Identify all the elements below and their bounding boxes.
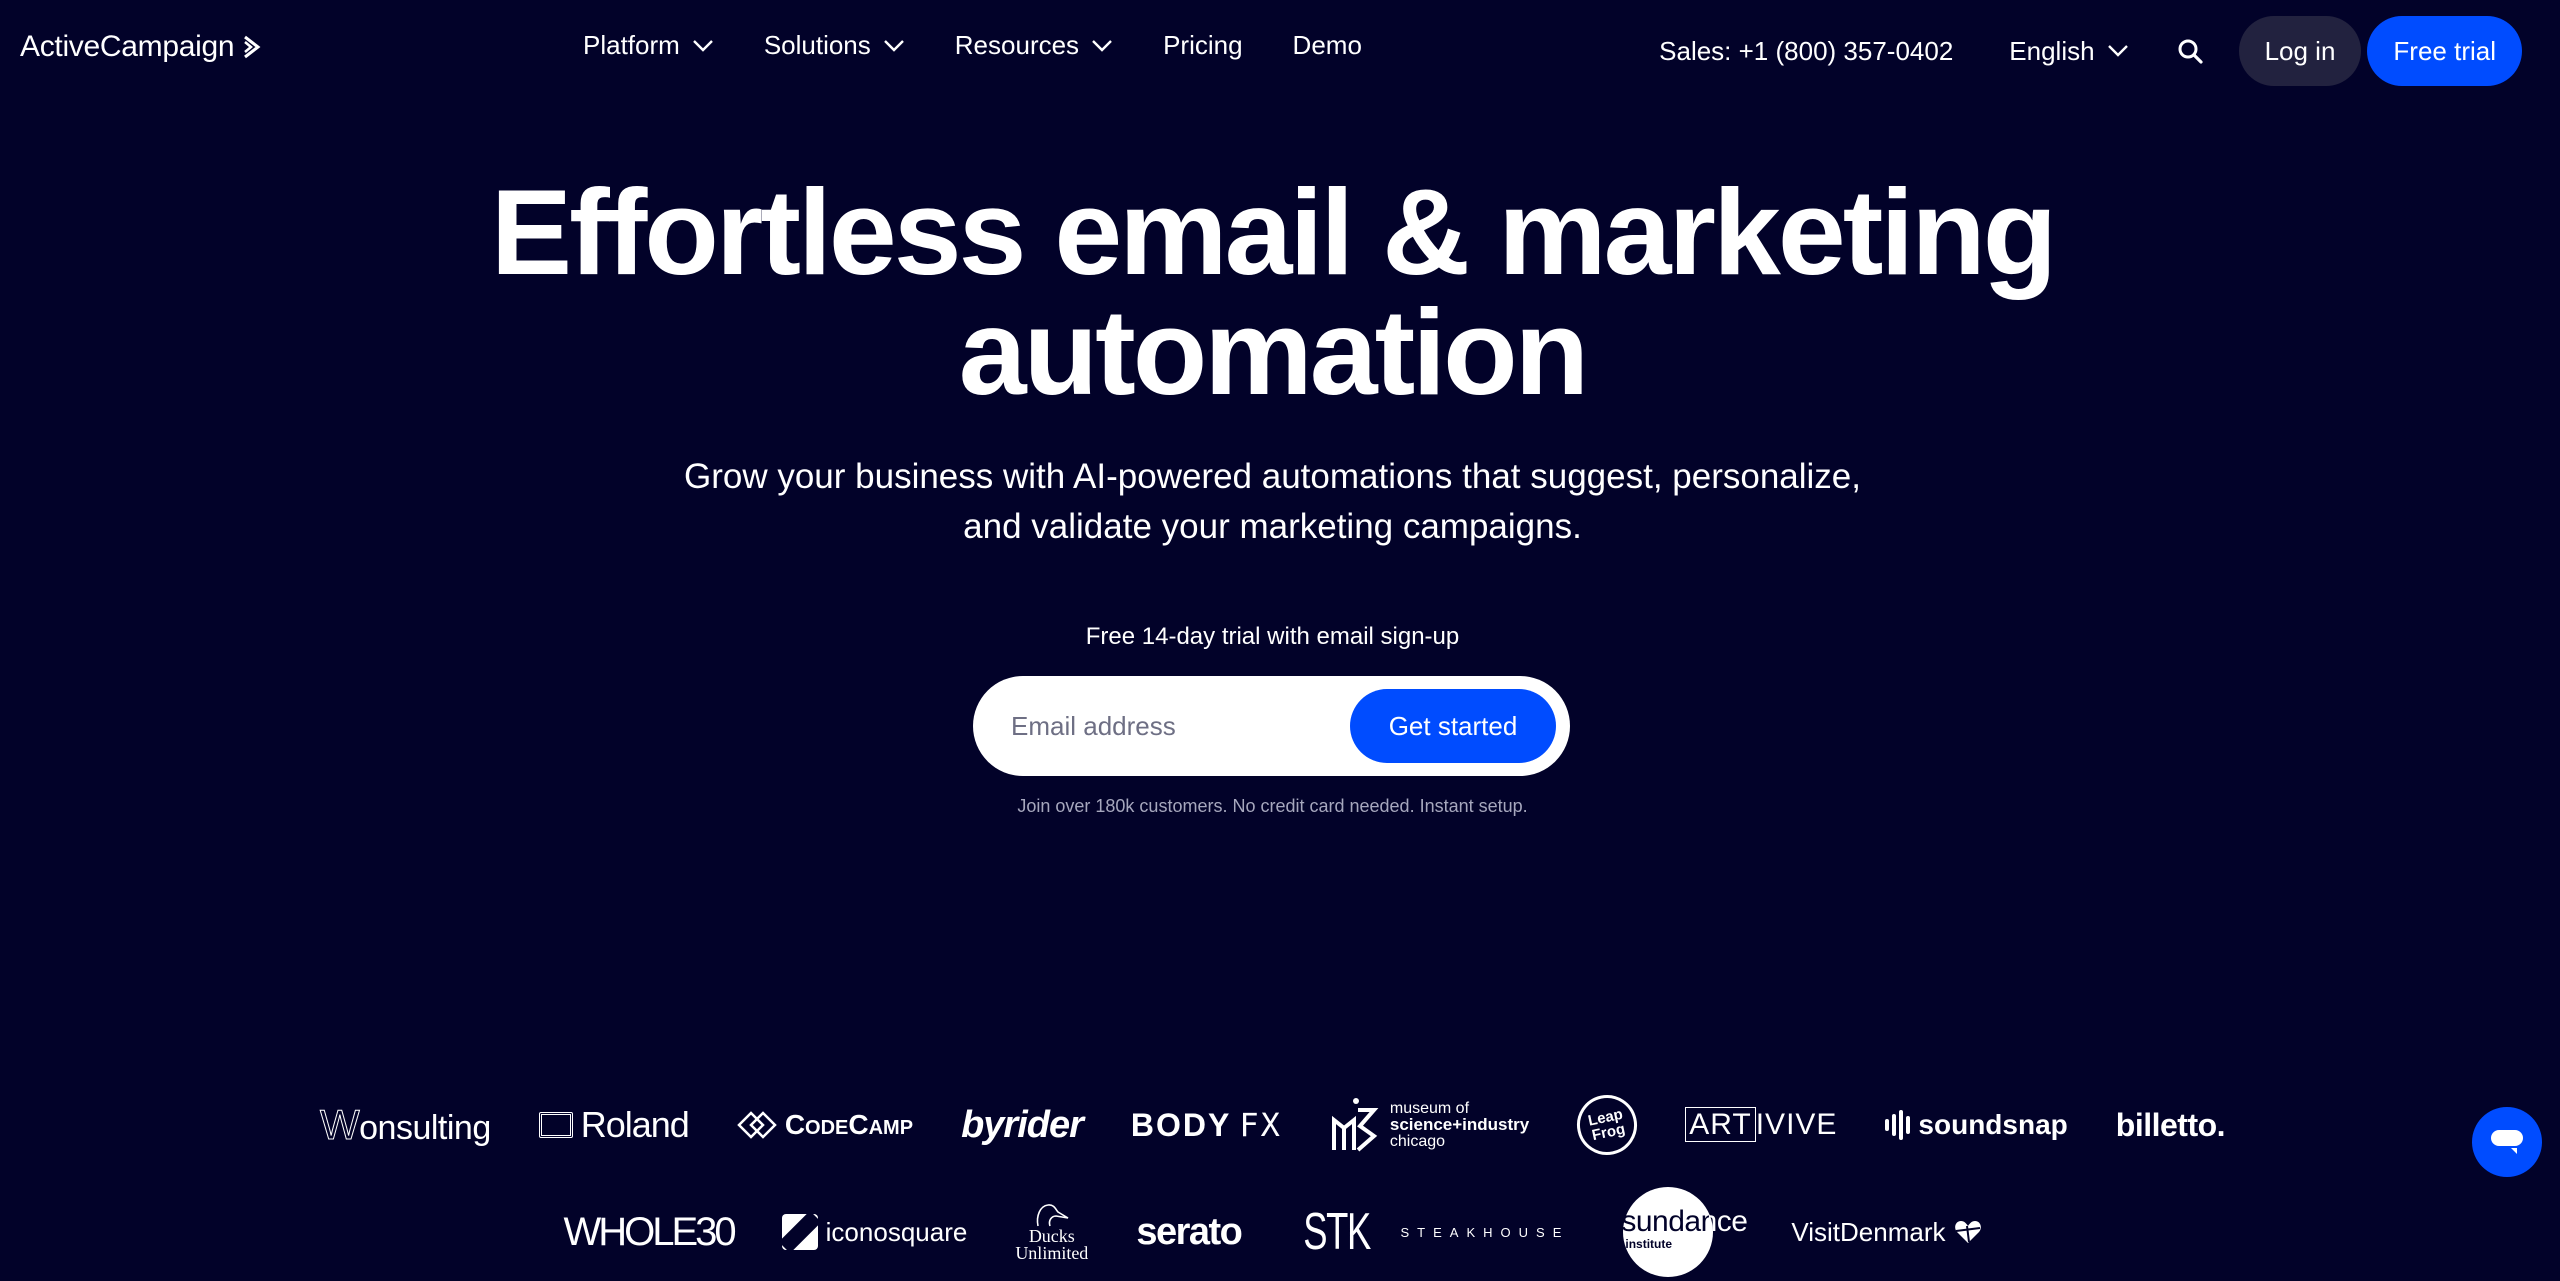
roland-text: Roland — [580, 1104, 690, 1145]
soundsnap-text: soundsnap — [1918, 1109, 2068, 1140]
logo-ducks-unlimited: Ducks Unlimited — [1015, 1202, 1088, 1262]
hero-subtitle-line2: and validate your marketing campaigns. — [963, 507, 1582, 546]
logo-artivive: ART IVIVE — [1685, 1107, 1838, 1142]
logo-billetto: billetto. — [2115, 1106, 2226, 1143]
sundance-name: sundance — [1621, 1205, 1748, 1238]
codecamp-text: CodeCamp — [784, 1109, 914, 1140]
stk-mark: STK — [1303, 1203, 1372, 1261]
search-button[interactable] — [2175, 36, 2205, 66]
chevron-down-icon — [1092, 39, 1112, 52]
logo-stk-steakhouse: STK STEAKHOUSE — [1289, 1202, 1569, 1262]
hero-title-line1: Effortless email & marketing — [490, 164, 2058, 300]
logo-roland: Roland — [538, 1104, 690, 1146]
language-label: English — [2009, 35, 2095, 66]
brand-chevron-icon — [244, 35, 261, 59]
codecamp-mark-icon — [737, 1111, 777, 1139]
hero-title-line2: automation — [958, 284, 1589, 420]
customer-logos-row-2: WHOLE30 iconosquare Ducks Unlimited sera… — [0, 1187, 2545, 1277]
hero-subtitle-line1: Grow your business with AI-powered autom… — [683, 457, 1861, 496]
iconosquare-mark-icon — [781, 1214, 818, 1250]
sundance-sub: institute — [1625, 1237, 1673, 1251]
free-trial-button[interactable]: Free trial — [2367, 16, 2522, 86]
logo-whole30: WHOLE30 — [563, 1209, 736, 1254]
msi-line3: chicago — [1389, 1132, 1446, 1150]
wonsulting-mark: W — [319, 1101, 360, 1149]
msi-mark-icon — [1331, 1098, 1379, 1152]
logo-visitdenmark: VisitDenmark — [1791, 1217, 1981, 1248]
nav-demo[interactable]: Demo — [1293, 30, 1362, 61]
msi-line2: science+industry — [1389, 1114, 1530, 1134]
site-header: ActiveCampaign Platform Solutions Resour… — [0, 0, 2560, 104]
trial-note: Free 14-day trial with email sign-up — [1085, 623, 1460, 650]
header-actions: Sales: +1 (800) 357-0402 English Log in … — [1659, 16, 2560, 86]
artivive-rest: IVIVE — [1755, 1108, 1838, 1141]
logo-serato: serato — [1136, 1210, 1243, 1253]
nav-solutions-label: Solutions — [763, 30, 871, 60]
iconosquare-text: iconosquare — [825, 1216, 968, 1247]
brand-logo[interactable]: ActiveCampaign — [20, 30, 262, 64]
bodyfx-fx: FX — [1239, 1106, 1282, 1144]
logo-leapfrog: Leap Frog — [1571, 1089, 1643, 1161]
chat-bubble-icon — [2491, 1130, 2523, 1154]
nav-pricing[interactable]: Pricing — [1163, 30, 1242, 61]
fine-print: Join over 180k customers. No credit card… — [1017, 796, 1528, 816]
duck-head-icon — [1036, 1204, 1069, 1227]
hero-subtitle: Grow your business with AI-powered autom… — [0, 452, 2545, 552]
logo-bodyfx: BODY FX — [1131, 1106, 1282, 1144]
nav-platform-label: Platform — [583, 30, 680, 60]
nav-solutions[interactable]: Solutions — [764, 30, 905, 61]
get-started-button[interactable]: Get started — [1350, 689, 1556, 763]
soundsnap-waveform-icon — [1885, 1110, 1911, 1140]
nav-platform[interactable]: Platform — [583, 30, 714, 61]
bodyfx-body: BODY — [1130, 1106, 1232, 1143]
main-nav: Platform Solutions Resources Pricing Dem… — [583, 30, 1412, 61]
chat-button[interactable] — [2472, 1107, 2542, 1177]
roland-mark-icon — [538, 1112, 573, 1138]
hero-title: Effortless email & marketing automation — [0, 171, 2545, 413]
search-icon — [2178, 39, 2203, 64]
artivive-boxed: ART — [1685, 1107, 1756, 1142]
page: ActiveCampaign Platform Solutions Resour… — [0, 0, 2560, 1281]
brand-name: ActiveCampaign — [20, 30, 235, 63]
nav-demo-label: Demo — [1292, 30, 1362, 60]
chevron-down-icon — [883, 39, 904, 52]
nav-resources[interactable]: Resources — [955, 30, 1113, 61]
sales-phone-link[interactable]: Sales: +1 (800) 357-0402 — [1659, 36, 1953, 67]
logo-iconosquare: iconosquare — [781, 1214, 968, 1250]
language-selector[interactable]: English — [2009, 36, 2128, 67]
wonsulting-text: onsulting — [359, 1109, 491, 1147]
logo-codecamp: CodeCamp — [737, 1109, 913, 1141]
logo-sundance-institute: sundance institute — [1617, 1187, 1748, 1277]
nav-pricing-label: Pricing — [1163, 30, 1243, 60]
customer-logos-row-1: Wonsulting Roland CodeCamp byrider BODY … — [0, 1089, 2545, 1161]
login-button[interactable]: Log in — [2238, 16, 2362, 86]
nav-resources-label: Resources — [954, 30, 1080, 60]
heart-icon — [1954, 1221, 1981, 1243]
chevron-down-icon — [2107, 45, 2128, 57]
stk-sub: STEAKHOUSE — [1400, 1224, 1570, 1240]
logo-byrider: byrider — [961, 1103, 1084, 1146]
logo-wonsulting: Wonsulting — [319, 1101, 491, 1149]
email-input[interactable] — [1011, 676, 1351, 776]
ducks-line2: Unlimited — [1015, 1243, 1089, 1263]
chevron-down-icon — [692, 39, 713, 52]
logo-museum-science-industry: museum of science+industry chicago — [1330, 1096, 1529, 1154]
visitdenmark-text: VisitDenmark — [1791, 1216, 1946, 1247]
signup-form: Get started — [973, 676, 1570, 776]
logo-soundsnap: soundsnap — [1885, 1109, 2068, 1141]
